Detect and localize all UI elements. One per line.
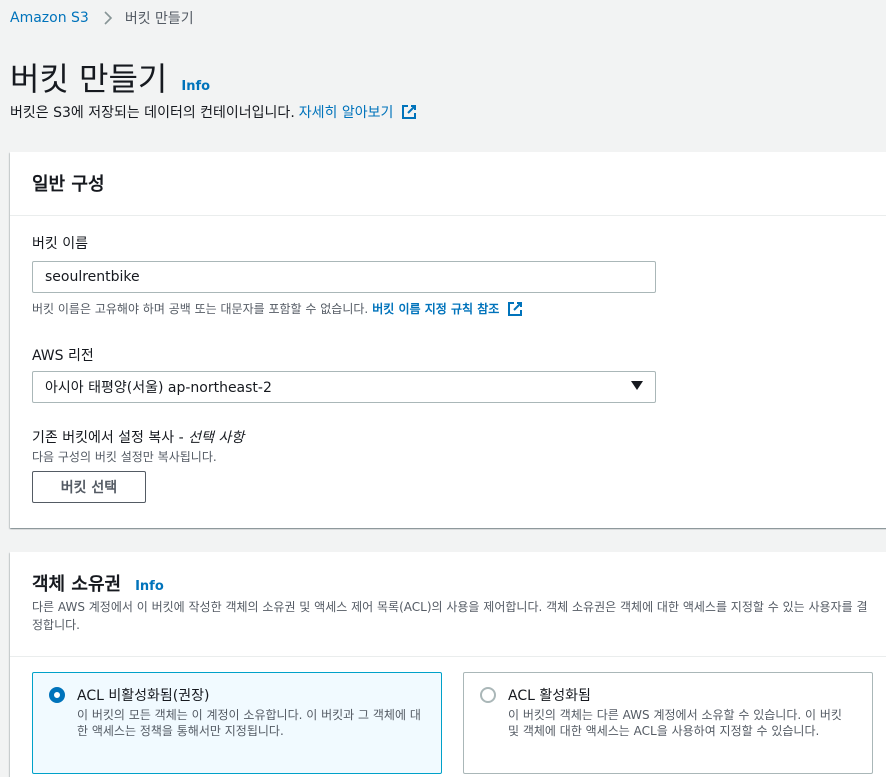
object-ownership-title: 객체 소유권 [32,574,122,595]
aws-region-select[interactable]: 아시아 태평양(서울) ap-northeast-2 [32,371,656,403]
caret-down-icon [631,379,643,395]
page-description: 버킷은 S3에 저장되는 데이터의 컨테이너입니다. [10,105,295,121]
bucket-name-label: 버킷 이름 [32,236,88,252]
acl-disabled-radio[interactable] [49,687,65,703]
copy-settings-optional: 선택 사항 [188,430,245,446]
chevron-right-icon [103,11,113,25]
page-info-link[interactable]: Info [181,79,210,94]
acl-enabled-title: ACL 활성화됨 [508,688,591,704]
choose-bucket-button[interactable]: 버킷 선택 [32,471,146,503]
acl-enabled-tile[interactable]: ACL 활성화됨 이 버킷의 객체는 다른 AWS 계정에서 소유할 수 있습니… [463,672,873,774]
object-ownership-panel: 객체 소유권 Info 다른 AWS 계정에서 이 버킷에 작성한 객체의 소유… [10,552,886,777]
learn-more-link[interactable]: 자세히 알아보기 [299,102,394,122]
bucket-name-input[interactable] [32,261,656,293]
page-header: 버킷 만들기 Info [10,54,210,100]
copy-settings-hint: 다음 구성의 버킷 설정만 복사됩니다. [32,450,217,464]
general-configuration-title: 일반 구성 [32,174,105,195]
general-configuration-header: 일반 구성 [10,152,886,216]
copy-settings-label-text: 기존 버킷에서 설정 복사 - [32,430,189,446]
object-ownership-header: 객체 소유권 Info [32,570,164,596]
acl-enabled-radio[interactable] [480,687,496,703]
acl-disabled-tile[interactable]: ACL 비활성화됨(권장) 이 버킷의 모든 객체는 이 계정이 소유합니다. … [32,672,442,774]
bucket-name-hint-text: 버킷 이름은 고유해야 하며 공백 또는 대문자를 포함할 수 없습니다. [32,302,369,316]
bucket-naming-rules-link[interactable]: 버킷 이름 지정 규칙 참조 [372,300,499,317]
page-subtitle: 버킷은 S3에 저장되는 데이터의 컨테이너입니다. 자세히 알아보기 [10,102,417,122]
object-ownership-info-link[interactable]: Info [135,579,164,594]
acl-disabled-title: ACL 비활성화됨(권장) [77,688,210,704]
aws-region-value: 아시아 태평양(서울) ap-northeast-2 [45,380,272,396]
breadcrumb-current: 버킷 만들기 [124,11,194,27]
external-link-icon[interactable] [401,104,417,120]
bucket-name-hint: 버킷 이름은 고유해야 하며 공백 또는 대문자를 포함할 수 없습니다. 버킷… [32,300,523,317]
divider [10,656,886,657]
general-configuration-panel: 일반 구성 버킷 이름 버킷 이름은 고유해야 하며 공백 또는 대문자를 포함… [10,152,886,528]
external-link-icon[interactable] [507,301,523,317]
breadcrumb-amazon-s3-link[interactable]: Amazon S3 [10,10,89,26]
copy-settings-label: 기존 버킷에서 설정 복사 - 선택 사항 [32,427,244,447]
acl-disabled-description: 이 버킷의 모든 객체는 이 계정이 소유합니다. 이 버킷과 그 객체에 대한… [77,708,421,738]
acl-enabled-description: 이 버킷의 객체는 다른 AWS 계정에서 소유할 수 있습니다. 이 버킷 및… [508,708,842,738]
aws-region-label: AWS 리전 [32,348,94,364]
page-title: 버킷 만들기 [10,60,168,98]
breadcrumb: Amazon S3 버킷 만들기 [10,6,194,30]
object-ownership-description: 다른 AWS 계정에서 이 버킷에 작성한 객체의 소유권 및 액세스 제어 목… [32,600,868,632]
